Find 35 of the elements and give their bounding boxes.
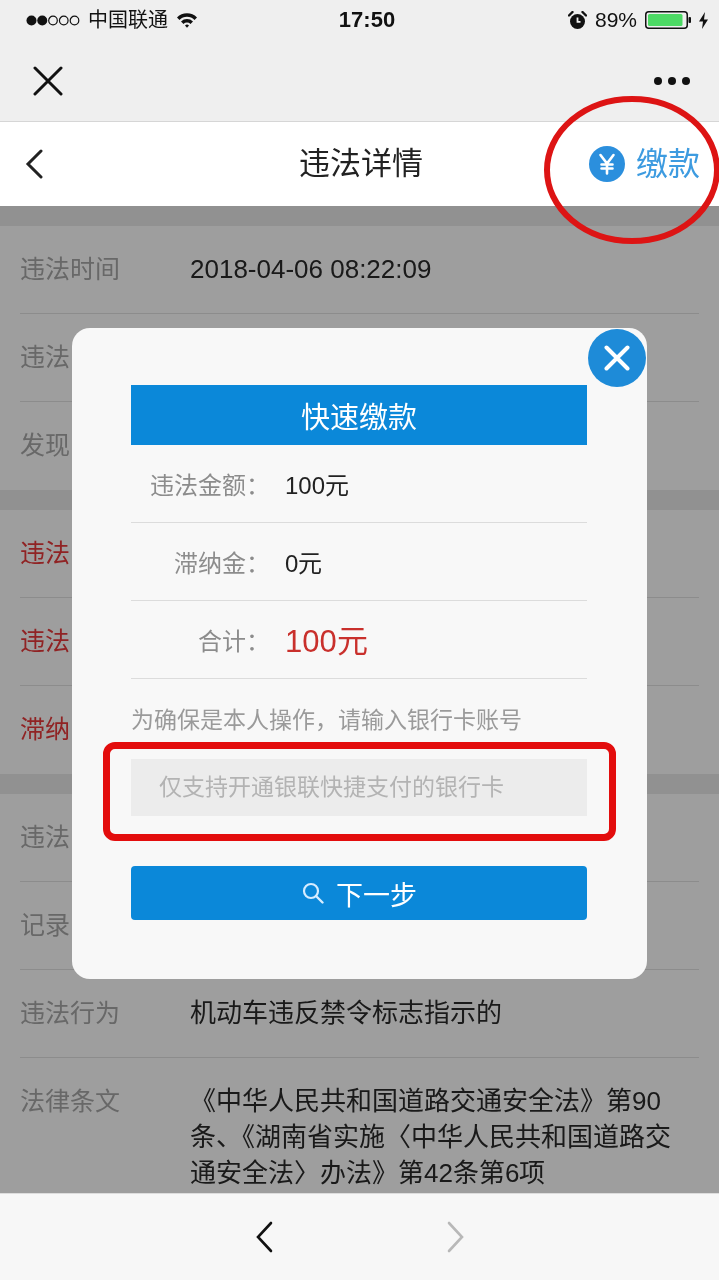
row-label: 滞纳	[20, 714, 70, 745]
more-icon	[654, 76, 690, 85]
card-number-field[interactable]: 仅支持开通银联快捷支付的银行卡	[131, 759, 587, 816]
back-icon	[25, 149, 43, 179]
row-label: 违法	[20, 538, 70, 569]
signal-icon	[26, 14, 80, 26]
page-title: 违法详情	[299, 145, 423, 183]
chevron-left-icon	[254, 1221, 273, 1253]
search-icon	[301, 882, 324, 904]
carrier-name: 中国联通	[88, 8, 168, 32]
chevron-right-icon	[446, 1221, 465, 1253]
fee-label: 滞纳金：	[174, 548, 270, 579]
fee-value: 100元	[285, 470, 350, 501]
row-value: 《中华人民共和国道路交通安全法》第90条、《湖南省实施〈中华人民共和国道路交通安全法〉办法》第42条第6项	[190, 1085, 672, 1190]
next-button[interactable]: 下一步	[131, 866, 587, 920]
battery-icon	[645, 11, 691, 29]
pay-button[interactable]: 缴款	[589, 144, 700, 184]
hint-text: 为确保是本人操作，请输入银行卡账号	[131, 706, 523, 735]
clock-time: 17:50	[338, 7, 396, 33]
yen-icon	[589, 146, 625, 182]
battery-percent: 89%	[594, 8, 637, 32]
fee-value: 100元	[285, 623, 368, 660]
charging-icon	[699, 11, 708, 29]
alarm-icon	[567, 10, 587, 30]
dialog-title: 快速缴款	[131, 385, 587, 445]
row-value: 机动车违反禁令标志指示的	[190, 997, 503, 1030]
fee-value: 0元	[285, 548, 323, 579]
dialog-close-button[interactable]	[588, 329, 646, 387]
fee-label: 合计：	[198, 626, 270, 657]
close-icon	[604, 345, 630, 371]
wifi-icon	[176, 12, 198, 28]
row-value: 2018-04-06 08:22:09	[190, 253, 433, 286]
row-label: 违法	[20, 626, 70, 657]
close-icon	[33, 65, 63, 96]
fee-label: 违法金额：	[150, 470, 270, 501]
